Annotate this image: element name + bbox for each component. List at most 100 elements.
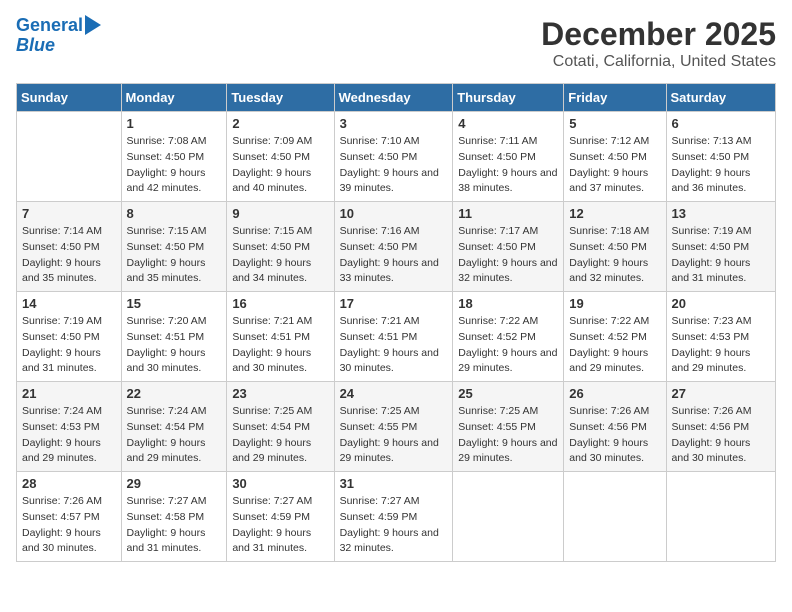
day-number: 5	[569, 116, 660, 131]
logo-arrow-icon	[85, 15, 101, 35]
calendar-week-row: 28 Sunrise: 7:26 AMSunset: 4:57 PMDayligh…	[17, 472, 776, 562]
day-number: 12	[569, 206, 660, 221]
day-info: Sunrise: 7:26 AMSunset: 4:56 PMDaylight:…	[569, 404, 660, 467]
day-info: Sunrise: 7:18 AMSunset: 4:50 PMDaylight:…	[569, 224, 660, 287]
day-number: 29	[127, 476, 222, 491]
column-header-friday: Friday	[564, 84, 666, 112]
day-info: Sunrise: 7:26 AMSunset: 4:57 PMDaylight:…	[22, 494, 116, 557]
day-number: 30	[232, 476, 328, 491]
day-info: Sunrise: 7:16 AMSunset: 4:50 PMDaylight:…	[340, 224, 448, 287]
day-number: 6	[672, 116, 770, 131]
calendar-cell: 18 Sunrise: 7:22 AMSunset: 4:52 PMDayligh…	[453, 292, 564, 382]
day-number: 24	[340, 386, 448, 401]
calendar-cell	[564, 472, 666, 562]
day-info: Sunrise: 7:25 AMSunset: 4:54 PMDaylight:…	[232, 404, 328, 467]
column-header-sunday: Sunday	[17, 84, 122, 112]
calendar-cell: 5 Sunrise: 7:12 AMSunset: 4:50 PMDaylight…	[564, 112, 666, 202]
day-info: Sunrise: 7:25 AMSunset: 4:55 PMDaylight:…	[458, 404, 558, 467]
calendar-cell: 31 Sunrise: 7:27 AMSunset: 4:59 PMDayligh…	[334, 472, 453, 562]
day-number: 13	[672, 206, 770, 221]
calendar-cell: 19 Sunrise: 7:22 AMSunset: 4:52 PMDayligh…	[564, 292, 666, 382]
day-info: Sunrise: 7:22 AMSunset: 4:52 PMDaylight:…	[569, 314, 660, 377]
day-info: Sunrise: 7:21 AMSunset: 4:51 PMDaylight:…	[340, 314, 448, 377]
column-header-tuesday: Tuesday	[227, 84, 334, 112]
logo-text: General	[16, 16, 83, 36]
day-number: 18	[458, 296, 558, 311]
calendar-cell: 10 Sunrise: 7:16 AMSunset: 4:50 PMDayligh…	[334, 202, 453, 292]
calendar-cell: 12 Sunrise: 7:18 AMSunset: 4:50 PMDayligh…	[564, 202, 666, 292]
calendar-cell: 27Sunrise: 7:26 AMSunset: 4:56 PMDayligh…	[666, 382, 775, 472]
calendar-cell: 22 Sunrise: 7:24 AMSunset: 4:54 PMDayligh…	[121, 382, 227, 472]
day-info: Sunrise: 7:21 AMSunset: 4:51 PMDaylight:…	[232, 314, 328, 377]
day-info: Sunrise: 7:15 AMSunset: 4:50 PMDaylight:…	[232, 224, 328, 287]
day-info: Sunrise: 7:19 AMSunset: 4:50 PMDaylight:…	[22, 314, 116, 377]
day-info: Sunrise: 7:12 AMSunset: 4:50 PMDaylight:…	[569, 134, 660, 197]
calendar-cell: 28 Sunrise: 7:26 AMSunset: 4:57 PMDayligh…	[17, 472, 122, 562]
day-number: 26	[569, 386, 660, 401]
calendar-cell: 6Sunrise: 7:13 AMSunset: 4:50 PMDaylight…	[666, 112, 775, 202]
day-info: Sunrise: 7:23 AMSunset: 4:53 PMDaylight:…	[672, 314, 770, 377]
day-number: 1	[127, 116, 222, 131]
calendar-cell: 2Sunrise: 7:09 AMSunset: 4:50 PMDaylight…	[227, 112, 334, 202]
day-info: Sunrise: 7:27 AMSunset: 4:59 PMDaylight:…	[232, 494, 328, 557]
day-number: 25	[458, 386, 558, 401]
calendar-week-row: 7Sunrise: 7:14 AMSunset: 4:50 PMDaylight…	[17, 202, 776, 292]
day-info: Sunrise: 7:11 AMSunset: 4:50 PMDaylight:…	[458, 134, 558, 197]
column-header-saturday: Saturday	[666, 84, 775, 112]
page-header: General Blue December 2025 Cotati, Calif…	[16, 16, 776, 71]
logo-blue-text: Blue	[16, 36, 55, 56]
calendar-cell	[666, 472, 775, 562]
column-header-monday: Monday	[121, 84, 227, 112]
day-number: 15	[127, 296, 222, 311]
day-number: 22	[127, 386, 222, 401]
calendar-cell: 20 Sunrise: 7:23 AMSunset: 4:53 PMDayligh…	[666, 292, 775, 382]
title-block: December 2025 Cotati, California, United…	[541, 16, 776, 71]
calendar-cell: 13 Sunrise: 7:19 AMSunset: 4:50 PMDayligh…	[666, 202, 775, 292]
day-info: Sunrise: 7:09 AMSunset: 4:50 PMDaylight:…	[232, 134, 328, 197]
day-number: 3	[340, 116, 448, 131]
calendar-week-row: 14 Sunrise: 7:19 AMSunset: 4:50 PMDayligh…	[17, 292, 776, 382]
calendar-cell: 15Sunrise: 7:20 AMSunset: 4:51 PMDayligh…	[121, 292, 227, 382]
calendar-cell: 17Sunrise: 7:21 AMSunset: 4:51 PMDayligh…	[334, 292, 453, 382]
day-number: 10	[340, 206, 448, 221]
calendar-cell: 21Sunrise: 7:24 AMSunset: 4:53 PMDayligh…	[17, 382, 122, 472]
day-number: 8	[127, 206, 222, 221]
day-info: Sunrise: 7:25 AMSunset: 4:55 PMDaylight:…	[340, 404, 448, 467]
day-info: Sunrise: 7:14 AMSunset: 4:50 PMDaylight:…	[22, 224, 116, 287]
calendar-cell: 9 Sunrise: 7:15 AMSunset: 4:50 PMDaylight…	[227, 202, 334, 292]
page-title: December 2025	[541, 16, 776, 53]
column-header-thursday: Thursday	[453, 84, 564, 112]
day-info: Sunrise: 7:27 AMSunset: 4:58 PMDaylight:…	[127, 494, 222, 557]
day-info: Sunrise: 7:22 AMSunset: 4:52 PMDaylight:…	[458, 314, 558, 377]
calendar-week-row: 1 Sunrise: 7:08 AMSunset: 4:50 PMDaylight…	[17, 112, 776, 202]
calendar-cell: 23 Sunrise: 7:25 AMSunset: 4:54 PMDayligh…	[227, 382, 334, 472]
day-number: 19	[569, 296, 660, 311]
day-info: Sunrise: 7:24 AMSunset: 4:53 PMDaylight:…	[22, 404, 116, 467]
calendar-cell: 16 Sunrise: 7:21 AMSunset: 4:51 PMDayligh…	[227, 292, 334, 382]
day-info: Sunrise: 7:10 AMSunset: 4:50 PMDaylight:…	[340, 134, 448, 197]
calendar-cell: 8 Sunrise: 7:15 AMSunset: 4:50 PMDaylight…	[121, 202, 227, 292]
calendar-table: SundayMondayTuesdayWednesdayThursdayFrid…	[16, 83, 776, 562]
calendar-cell: 3 Sunrise: 7:10 AMSunset: 4:50 PMDaylight…	[334, 112, 453, 202]
day-info: Sunrise: 7:19 AMSunset: 4:50 PMDaylight:…	[672, 224, 770, 287]
day-number: 9	[232, 206, 328, 221]
day-number: 14	[22, 296, 116, 311]
day-info: Sunrise: 7:08 AMSunset: 4:50 PMDaylight:…	[127, 134, 222, 197]
day-info: Sunrise: 7:24 AMSunset: 4:54 PMDaylight:…	[127, 404, 222, 467]
day-number: 27	[672, 386, 770, 401]
day-number: 28	[22, 476, 116, 491]
day-number: 31	[340, 476, 448, 491]
day-number: 4	[458, 116, 558, 131]
day-info: Sunrise: 7:15 AMSunset: 4:50 PMDaylight:…	[127, 224, 222, 287]
calendar-cell	[17, 112, 122, 202]
day-number: 16	[232, 296, 328, 311]
calendar-cell: 24 Sunrise: 7:25 AMSunset: 4:55 PMDayligh…	[334, 382, 453, 472]
calendar-cell	[453, 472, 564, 562]
day-number: 20	[672, 296, 770, 311]
day-number: 11	[458, 206, 558, 221]
calendar-cell: 30 Sunrise: 7:27 AMSunset: 4:59 PMDayligh…	[227, 472, 334, 562]
day-number: 23	[232, 386, 328, 401]
calendar-cell: 29 Sunrise: 7:27 AMSunset: 4:58 PMDayligh…	[121, 472, 227, 562]
day-info: Sunrise: 7:27 AMSunset: 4:59 PMDaylight:…	[340, 494, 448, 557]
calendar-cell: 11Sunrise: 7:17 AMSunset: 4:50 PMDayligh…	[453, 202, 564, 292]
